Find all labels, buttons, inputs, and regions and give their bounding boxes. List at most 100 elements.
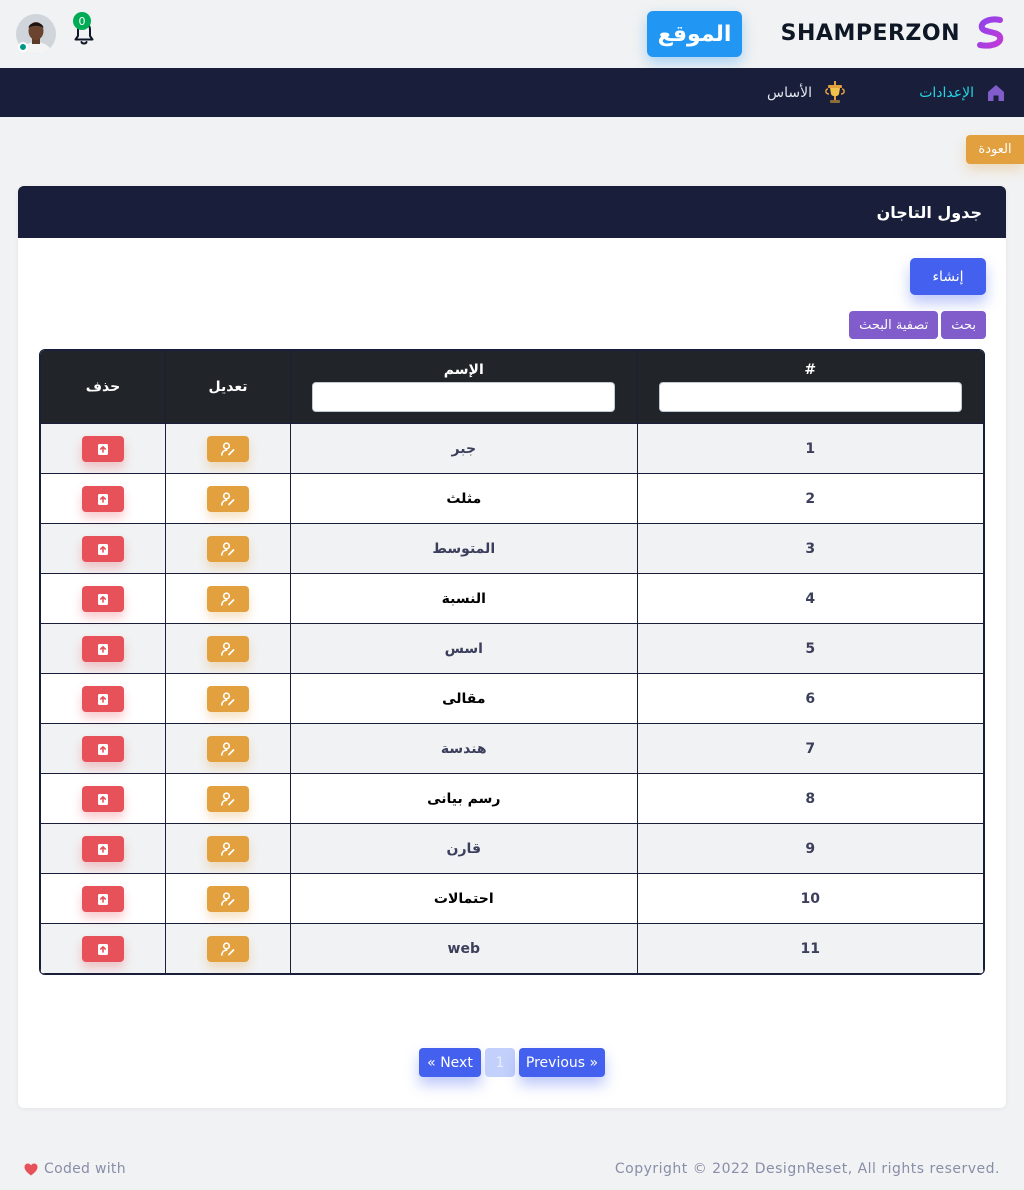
delete-button[interactable] bbox=[82, 885, 125, 912]
row-delete-cell bbox=[40, 773, 167, 824]
edit-button[interactable] bbox=[207, 935, 250, 962]
row-name: هندسة bbox=[290, 723, 638, 774]
page-number-button[interactable]: 1 bbox=[485, 1048, 515, 1077]
table-row: 8 رسم بيانى bbox=[40, 773, 984, 824]
trash-icon bbox=[98, 743, 109, 755]
trash-icon bbox=[98, 893, 109, 905]
edit-button[interactable] bbox=[207, 585, 250, 612]
row-edit-cell bbox=[165, 773, 292, 824]
site-button[interactable]: الموقع bbox=[647, 11, 742, 57]
card-header: جدول التاجان bbox=[18, 186, 1006, 238]
delete-button[interactable] bbox=[82, 685, 125, 712]
filter-button[interactable]: تصفية البحث bbox=[849, 311, 939, 339]
header-num: # bbox=[636, 350, 984, 424]
footer-copyright: Copyright © 2022 DesignReset, All rights… bbox=[614, 1161, 1000, 1177]
name-filter-input[interactable] bbox=[312, 382, 616, 412]
row-edit-cell bbox=[165, 623, 292, 674]
tags-table: # الإسم تعديل حذف 1 جبر 2 مثلث 3 المتوسط 4 النس… bbox=[39, 349, 985, 975]
coded-with-text: Coded with bbox=[44, 1161, 126, 1177]
delete-button[interactable] bbox=[82, 635, 125, 662]
table-row: 4 النسبة bbox=[40, 573, 984, 624]
row-number: 5 bbox=[636, 623, 984, 674]
edit-button[interactable] bbox=[207, 835, 250, 862]
nav-item-settings[interactable]: الإعدادات bbox=[919, 68, 1006, 117]
pagination: « Next 1 Previous » bbox=[419, 1048, 605, 1077]
edit-button[interactable] bbox=[207, 685, 250, 712]
trash-icon bbox=[98, 793, 109, 805]
edit-button[interactable] bbox=[207, 485, 250, 512]
back-button[interactable]: العودة bbox=[966, 135, 1024, 164]
row-edit-cell bbox=[165, 473, 292, 524]
delete-button[interactable] bbox=[82, 585, 125, 612]
delete-button[interactable] bbox=[82, 485, 125, 512]
row-number: 6 bbox=[636, 673, 984, 724]
row-edit-cell bbox=[165, 723, 292, 774]
edit-button[interactable] bbox=[207, 785, 250, 812]
row-name: web bbox=[290, 923, 638, 974]
row-edit-cell bbox=[165, 923, 292, 974]
trash-icon bbox=[98, 943, 109, 955]
nav-item-label: الأساس bbox=[767, 84, 812, 101]
next-page-button[interactable]: « Next bbox=[419, 1048, 481, 1077]
card-title: جدول التاجان bbox=[876, 202, 982, 222]
user-edit-icon bbox=[221, 741, 235, 756]
home-icon bbox=[988, 84, 1004, 101]
brand[interactable]: SHAMPERZON bbox=[781, 16, 1008, 50]
user-edit-icon bbox=[221, 591, 235, 606]
search-button[interactable]: بحث bbox=[941, 311, 986, 339]
trash-icon bbox=[98, 543, 109, 555]
row-delete-cell bbox=[40, 873, 167, 924]
notification-badge: 0 bbox=[73, 12, 91, 30]
delete-button[interactable] bbox=[82, 785, 125, 812]
edit-button[interactable] bbox=[207, 735, 250, 762]
edit-button[interactable] bbox=[207, 435, 250, 462]
main-navbar: الإعدادات الأساس bbox=[0, 68, 1024, 117]
header-edit: تعديل bbox=[165, 350, 292, 424]
nav-item-label: الإعدادات bbox=[919, 84, 974, 101]
row-name: المتوسط bbox=[290, 523, 638, 574]
delete-button[interactable] bbox=[82, 735, 125, 762]
nav-item-base[interactable]: الأساس bbox=[767, 68, 846, 117]
trophy-icon bbox=[825, 80, 845, 103]
row-number: 4 bbox=[636, 573, 984, 624]
edit-button[interactable] bbox=[207, 885, 250, 912]
trash-icon bbox=[98, 843, 109, 855]
table-row: 5 اسس bbox=[40, 623, 984, 674]
table-row: 7 هندسة bbox=[40, 723, 984, 774]
table-row: 1 جبر bbox=[40, 423, 984, 474]
row-edit-cell bbox=[165, 873, 292, 924]
trash-icon bbox=[98, 493, 109, 505]
user-edit-icon bbox=[221, 441, 235, 456]
header-name-label: الإسم bbox=[443, 362, 484, 378]
delete-button[interactable] bbox=[82, 535, 125, 562]
user-edit-icon bbox=[221, 841, 235, 856]
row-delete-cell bbox=[40, 823, 167, 874]
delete-button[interactable] bbox=[82, 835, 125, 862]
row-name: اسس bbox=[290, 623, 638, 674]
row-name: مثلث bbox=[290, 473, 638, 524]
edit-button[interactable] bbox=[207, 535, 250, 562]
trash-icon bbox=[98, 643, 109, 655]
row-name: احتمالات bbox=[290, 873, 638, 924]
row-number: 11 bbox=[636, 923, 984, 974]
table-row: 10 احتمالات bbox=[40, 873, 984, 924]
user-edit-icon bbox=[221, 491, 235, 506]
row-edit-cell bbox=[165, 523, 292, 574]
delete-button[interactable] bbox=[82, 935, 125, 962]
delete-button[interactable] bbox=[82, 435, 125, 462]
row-delete-cell bbox=[40, 723, 167, 774]
row-number: 7 bbox=[636, 723, 984, 774]
row-edit-cell bbox=[165, 573, 292, 624]
num-filter-input[interactable] bbox=[658, 382, 962, 412]
row-delete-cell bbox=[40, 573, 167, 624]
previous-page-button[interactable]: Previous » bbox=[519, 1048, 605, 1077]
create-button[interactable]: إنشاء bbox=[910, 258, 986, 295]
edit-button[interactable] bbox=[207, 635, 250, 662]
header-name: الإسم bbox=[290, 350, 638, 424]
trash-icon bbox=[98, 693, 109, 705]
header-delete: حذف bbox=[40, 350, 167, 424]
row-delete-cell bbox=[40, 673, 167, 724]
header-num-label: # bbox=[804, 362, 817, 378]
search-actions: تصفية البحث بحث bbox=[849, 311, 986, 339]
table-row: 6 مقالى bbox=[40, 673, 984, 724]
